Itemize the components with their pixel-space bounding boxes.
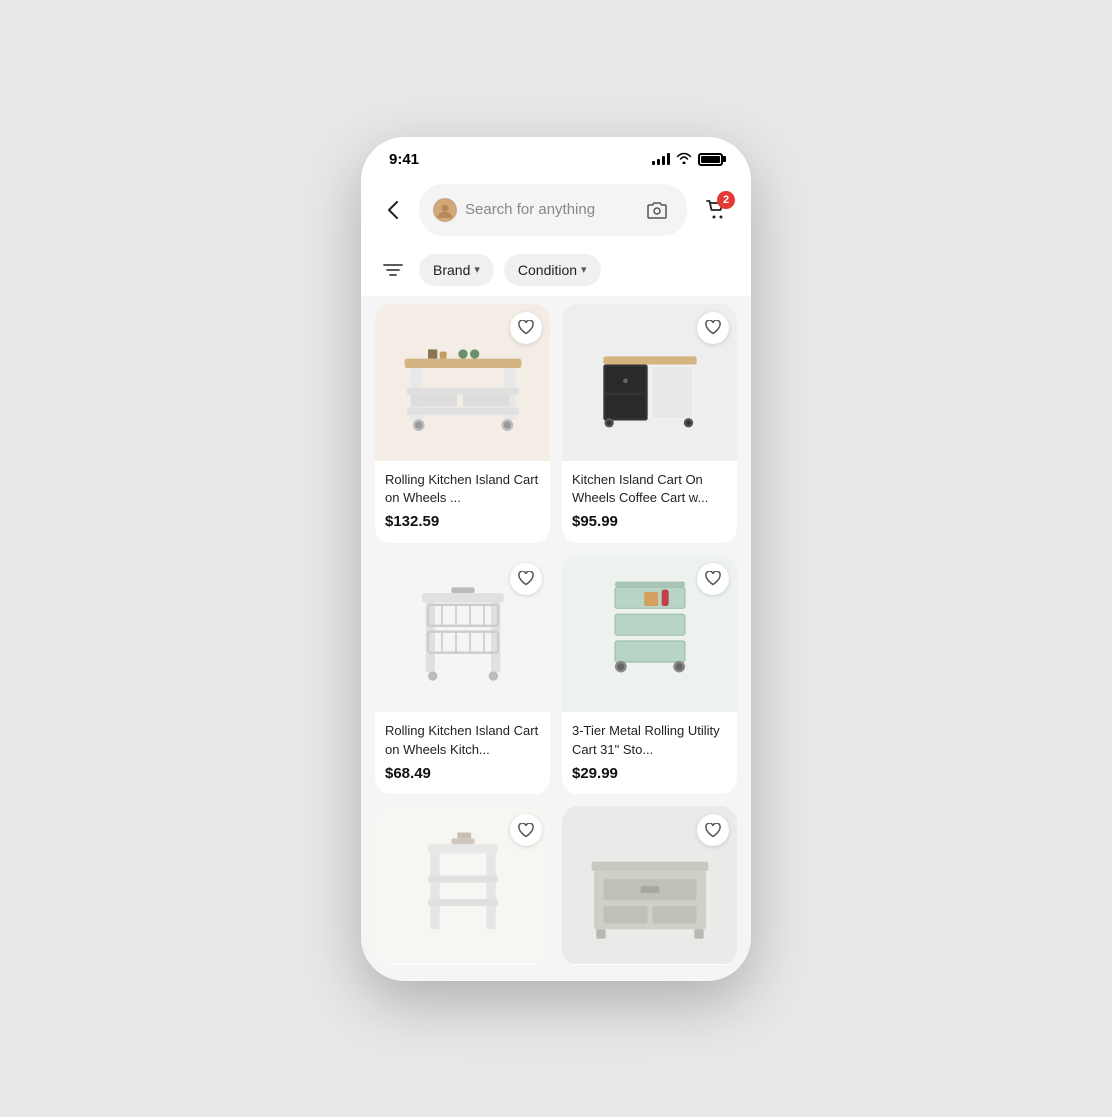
- favorite-button-1[interactable]: [510, 312, 542, 344]
- brand-label: Brand: [433, 262, 470, 278]
- filter-icon-button[interactable]: [377, 254, 409, 286]
- search-bar[interactable]: Search for anything: [419, 184, 687, 236]
- product-card-6[interactable]: [562, 806, 737, 964]
- header: Search for anything 2: [361, 176, 751, 244]
- cart-badge: 2: [717, 191, 735, 209]
- battery-icon: [698, 153, 723, 166]
- signal-icon: [652, 153, 670, 165]
- status-icons: [652, 152, 723, 167]
- product-price-3: $68.49: [385, 765, 540, 782]
- product-image-6: [562, 806, 737, 964]
- wifi-icon: [676, 152, 692, 167]
- product-info-4: 3-Tier Metal Rolling Utility Cart 31" St…: [562, 712, 737, 793]
- product-price-4: $29.99: [572, 765, 727, 782]
- search-placeholder: Search for anything: [465, 201, 633, 218]
- favorite-button-4[interactable]: [697, 563, 729, 595]
- condition-chevron: ▾: [581, 263, 587, 276]
- product-card-3[interactable]: Rolling Kitchen Island Cart on Wheels Ki…: [375, 555, 550, 794]
- product-card-2[interactable]: Kitchen Island Cart On Wheels Coffee Car…: [562, 304, 737, 543]
- product-name-4: 3-Tier Metal Rolling Utility Cart 31" St…: [572, 722, 727, 758]
- product-image-1: [375, 304, 550, 462]
- product-name-2: Kitchen Island Cart On Wheels Coffee Car…: [572, 471, 727, 507]
- filters-bar: Brand ▾ Condition ▾: [361, 244, 751, 296]
- product-name-3: Rolling Kitchen Island Cart on Wheels Ki…: [385, 722, 540, 758]
- condition-filter[interactable]: Condition ▾: [504, 254, 601, 286]
- product-image-5: [375, 806, 550, 964]
- avatar: [433, 198, 457, 222]
- product-info-3: Rolling Kitchen Island Cart on Wheels Ki…: [375, 712, 550, 793]
- product-name-1: Rolling Kitchen Island Cart on Wheels ..…: [385, 471, 540, 507]
- product-info-1: Rolling Kitchen Island Cart on Wheels ..…: [375, 461, 550, 542]
- back-button[interactable]: [377, 194, 409, 226]
- product-card-5[interactable]: [375, 806, 550, 964]
- cart-button[interactable]: 2: [697, 191, 735, 229]
- condition-label: Condition: [518, 262, 577, 278]
- product-card-1[interactable]: Rolling Kitchen Island Cart on Wheels ..…: [375, 304, 550, 543]
- brand-filter[interactable]: Brand ▾: [419, 254, 494, 286]
- phone-frame: 9:41: [361, 137, 751, 981]
- status-time: 9:41: [389, 151, 419, 168]
- product-card-4[interactable]: 3-Tier Metal Rolling Utility Cart 31" St…: [562, 555, 737, 794]
- product-image-2: [562, 304, 737, 462]
- camera-button[interactable]: [641, 194, 673, 226]
- status-bar: 9:41: [361, 137, 751, 176]
- product-image-3: [375, 555, 550, 713]
- favorite-button-3[interactable]: [510, 563, 542, 595]
- product-image-4: [562, 555, 737, 713]
- product-price-2: $95.99: [572, 513, 727, 530]
- brand-chevron: ▾: [474, 263, 480, 276]
- favorite-button-2[interactable]: [697, 312, 729, 344]
- products-grid: Rolling Kitchen Island Cart on Wheels ..…: [361, 296, 751, 981]
- product-price-1: $132.59: [385, 513, 540, 530]
- product-info-2: Kitchen Island Cart On Wheels Coffee Car…: [562, 461, 737, 542]
